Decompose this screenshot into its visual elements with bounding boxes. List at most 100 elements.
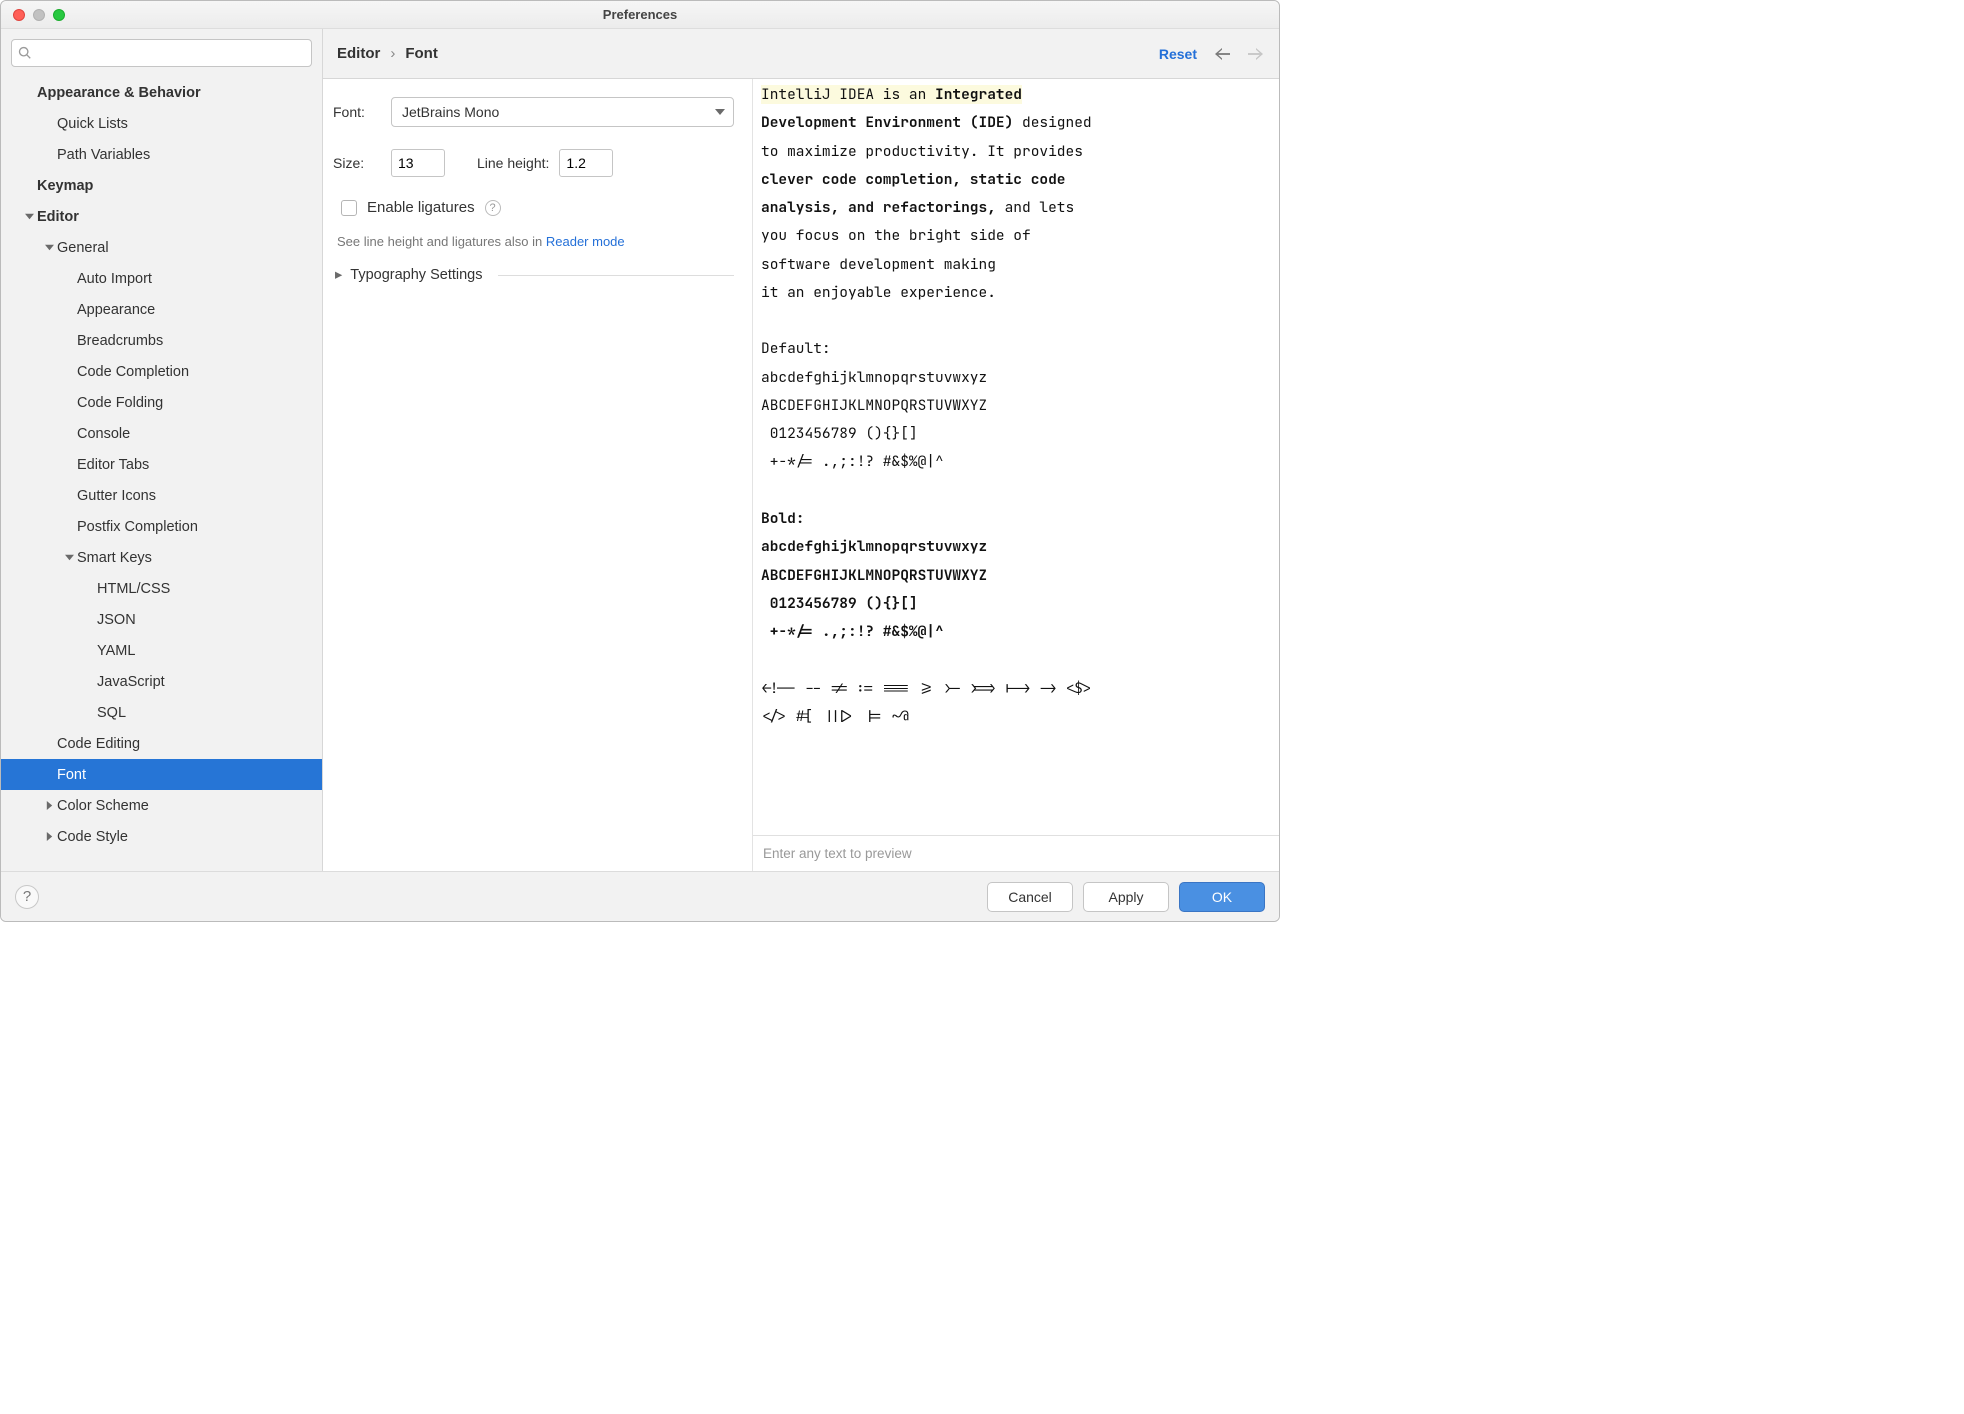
tree-item-label: Postfix Completion <box>77 519 198 535</box>
tree-item-label: Auto Import <box>77 271 152 287</box>
tree-item-label: Editor Tabs <box>77 457 149 473</box>
tree-item-label: Code Style <box>57 829 128 845</box>
tree-item[interactable]: Breadcrumbs <box>1 325 322 356</box>
tree-item[interactable]: Keymap <box>1 170 322 201</box>
tree-item[interactable]: Auto Import <box>1 263 322 294</box>
tree-item-label: Keymap <box>37 178 93 194</box>
font-preview[interactable]: IntelliJ IDEA is an Integrated Developme… <box>753 79 1279 835</box>
tree-item[interactable]: Console <box>1 418 322 449</box>
close-window-button[interactable] <box>13 9 25 21</box>
settings-tree: Appearance & Behavior Quick Lists Path Var… <box>1 77 322 871</box>
font-dropdown-value: JetBrains Mono <box>402 104 499 120</box>
tree-item[interactable]: Code Style <box>1 821 322 852</box>
tree-item[interactable]: Code Editing <box>1 728 322 759</box>
tree-item[interactable]: JavaScript <box>1 666 322 697</box>
tree-item-label: General <box>57 240 109 256</box>
tree-arrow-icon <box>41 832 57 841</box>
typography-settings-label: Typography Settings <box>350 267 482 283</box>
window-controls <box>1 9 65 21</box>
tree-arrow-icon <box>21 212 37 221</box>
reset-link[interactable]: Reset <box>1159 46 1197 62</box>
tree-item-label: Smart Keys <box>77 550 152 566</box>
tree-item-label: Font <box>57 767 86 783</box>
breadcrumb-current: Font <box>405 45 437 62</box>
cancel-button[interactable]: Cancel <box>987 882 1073 912</box>
tree-item[interactable]: YAML <box>1 635 322 666</box>
breadcrumb: Editor › Font <box>337 45 438 62</box>
titlebar: Preferences <box>1 1 1279 29</box>
font-settings-pane: Font: JetBrains Mono Size: Line height: … <box>323 79 753 871</box>
tree-item[interactable]: Path Variables <box>1 139 322 170</box>
tree-item-label: HTML/CSS <box>97 581 170 597</box>
ok-button[interactable]: OK <box>1179 882 1265 912</box>
main-header: Editor › Font Reset <box>323 29 1279 79</box>
tree-item-label: YAML <box>97 643 135 659</box>
tree-arrow-icon <box>61 553 77 562</box>
tree-item-label: SQL <box>97 705 126 721</box>
minimize-window-button[interactable] <box>33 9 45 21</box>
tree-item[interactable]: Postfix Completion <box>1 511 322 542</box>
tree-item[interactable]: Editor Tabs <box>1 449 322 480</box>
lineheight-input[interactable] <box>559 149 613 177</box>
sidebar: Appearance & Behavior Quick Lists Path Var… <box>1 29 323 871</box>
tree-item-label: Code Completion <box>77 364 189 380</box>
nav-forward-button[interactable] <box>1247 47 1265 61</box>
search-icon <box>18 46 32 60</box>
dialog-footer: ? Cancel Apply OK <box>1 871 1279 921</box>
help-icon[interactable]: ? <box>485 200 501 216</box>
tree-item-label: Appearance & Behavior <box>37 85 201 101</box>
main-panel: Editor › Font Reset Font: Je <box>323 29 1279 871</box>
tree-item[interactable]: HTML/CSS <box>1 573 322 604</box>
tree-arrow-icon <box>41 801 57 810</box>
tree-item-label: Quick Lists <box>57 116 128 132</box>
tree-item-label: Breadcrumbs <box>77 333 163 349</box>
tree-item[interactable]: Appearance & Behavior <box>1 77 322 108</box>
ligatures-checkbox[interactable] <box>341 200 357 216</box>
tree-item[interactable]: Code Completion <box>1 356 322 387</box>
tree-item[interactable]: Font <box>1 759 322 790</box>
tree-item-label: Editor <box>37 209 79 225</box>
tree-item-label: Console <box>77 426 130 442</box>
hint-text: See line height and ligatures also in Re… <box>337 234 734 249</box>
font-dropdown[interactable]: JetBrains Mono <box>391 97 734 127</box>
tree-item[interactable]: Code Folding <box>1 387 322 418</box>
font-label: Font: <box>333 104 381 120</box>
tree-item[interactable]: Smart Keys <box>1 542 322 573</box>
tree-item-label: Appearance <box>77 302 155 318</box>
tree-item-label: Gutter Icons <box>77 488 156 504</box>
typography-settings-toggle[interactable]: ▸ Typography Settings <box>335 267 734 283</box>
tree-item[interactable]: Gutter Icons <box>1 480 322 511</box>
preview-input-hint[interactable]: Enter any text to preview <box>753 835 1279 871</box>
breadcrumb-parent: Editor <box>337 45 380 62</box>
tree-item-label: JSON <box>97 612 136 628</box>
lineheight-label: Line height: <box>477 155 549 171</box>
tree-item-label: Code Editing <box>57 736 140 752</box>
tree-item[interactable]: General <box>1 232 322 263</box>
tree-item[interactable]: Editor <box>1 201 322 232</box>
maximize-window-button[interactable] <box>53 9 65 21</box>
tree-item-label: Code Folding <box>77 395 163 411</box>
size-label: Size: <box>333 155 381 171</box>
chevron-down-icon <box>715 109 725 115</box>
tree-item[interactable]: Color Scheme <box>1 790 322 821</box>
window-title: Preferences <box>603 7 677 22</box>
nav-back-button[interactable] <box>1213 47 1231 61</box>
tree-item[interactable]: SQL <box>1 697 322 728</box>
tree-item-label: JavaScript <box>97 674 165 690</box>
tree-arrow-icon <box>41 243 57 252</box>
tree-item[interactable]: JSON <box>1 604 322 635</box>
size-input[interactable] <box>391 149 445 177</box>
search-input[interactable] <box>32 46 305 61</box>
help-button[interactable]: ? <box>15 885 39 909</box>
apply-button[interactable]: Apply <box>1083 882 1169 912</box>
reader-mode-link[interactable]: Reader mode <box>546 234 625 249</box>
ligatures-label: Enable ligatures <box>367 199 475 216</box>
search-field[interactable] <box>11 39 312 67</box>
tree-item-label: Color Scheme <box>57 798 149 814</box>
triangle-right-icon: ▸ <box>335 267 342 283</box>
tree-item[interactable]: Quick Lists <box>1 108 322 139</box>
chevron-right-icon: › <box>390 45 395 62</box>
tree-item-label: Path Variables <box>57 147 150 163</box>
tree-item[interactable]: Appearance <box>1 294 322 325</box>
font-preview-pane: IntelliJ IDEA is an Integrated Developme… <box>753 79 1279 871</box>
